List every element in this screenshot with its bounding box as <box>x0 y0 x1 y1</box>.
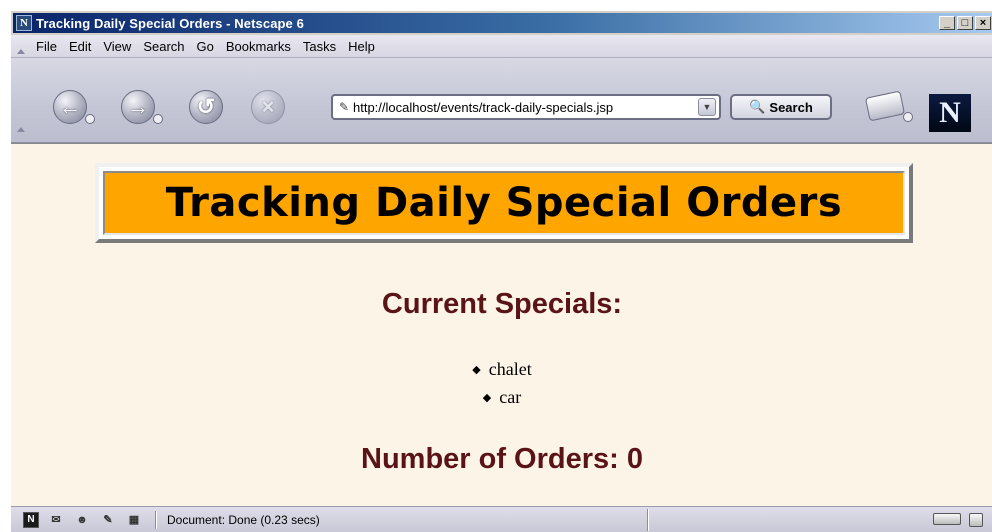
forward-history-dropdown[interactable] <box>153 114 163 124</box>
specials-heading: Current Specials: <box>381 288 623 320</box>
menubar-collapse-grip[interactable] <box>17 49 25 54</box>
mail-icon[interactable]: ✉ <box>47 512 65 528</box>
list-item: ◆ car <box>11 383 992 411</box>
window-title: Tracking Daily Special Orders - Netscape… <box>36 15 304 31</box>
print-dropdown[interactable] <box>903 112 913 122</box>
bullet-icon: ◆ <box>472 364 481 376</box>
menu-edit[interactable]: Edit <box>63 39 97 54</box>
online-status-icon[interactable] <box>933 513 961 525</box>
netscape-app-icon: N <box>16 15 32 31</box>
stop-icon[interactable]: × <box>251 90 285 124</box>
menu-search[interactable]: Search <box>137 39 190 54</box>
print-area <box>863 88 915 128</box>
address-book-icon[interactable]: ▦ <box>125 512 143 528</box>
page-banner: Tracking Daily Special Orders <box>95 163 913 243</box>
menu-bookmarks[interactable]: Bookmarks <box>220 39 297 54</box>
status-text: Document: Done (0.23 secs) <box>167 513 320 527</box>
navigation-toolbar: ← → ↺ × ✎ http://localhost/events/track-… <box>11 58 992 143</box>
security-lock-icon[interactable] <box>969 513 983 527</box>
special-item-text: chalet <box>488 359 532 379</box>
title-bar[interactable]: N Tracking Daily Special Orders - Netsca… <box>13 13 992 33</box>
netscape-logo-icon[interactable]: N <box>929 94 971 132</box>
menu-tasks[interactable]: Tasks <box>297 39 342 54</box>
composer-icon[interactable]: ✎ <box>99 512 117 528</box>
status-divider <box>647 509 649 531</box>
toolbar-collapse-grip[interactable] <box>17 127 25 132</box>
list-item: ◆ chalet <box>11 355 992 383</box>
menu-go[interactable]: Go <box>191 39 220 54</box>
url-field[interactable]: ✎ http://localhost/events/track-daily-sp… <box>331 94 721 120</box>
back-arrow-icon[interactable]: ← <box>53 90 87 124</box>
reload-icon[interactable]: ↺ <box>189 90 223 124</box>
bullet-icon: ◆ <box>482 392 492 404</box>
page-proxy-icon[interactable]: ✎ <box>337 100 351 114</box>
page-content: Tracking Daily Special Orders Current Sp… <box>11 143 992 506</box>
close-button[interactable]: × <box>975 16 991 30</box>
instant-messenger-icon[interactable]: ☻ <box>73 512 91 528</box>
url-text[interactable]: http://localhost/events/track-daily-spec… <box>353 100 698 115</box>
search-button-label: Search <box>769 99 813 115</box>
magnifier-icon: 🔍 <box>749 99 766 114</box>
forward-arrow-icon[interactable]: → <box>121 90 155 124</box>
special-item-text: car <box>499 387 522 407</box>
page-banner-title: Tracking Daily Special Orders <box>103 171 905 235</box>
orders-count-heading: Number of Orders: 0 <box>361 443 643 475</box>
menu-view[interactable]: View <box>97 39 137 54</box>
search-button[interactable]: 🔍 Search <box>730 94 832 120</box>
back-history-dropdown[interactable] <box>85 114 95 124</box>
specials-list: ◆ chalet ◆ car <box>11 355 992 411</box>
url-history-dropdown[interactable]: ▼ <box>698 98 716 116</box>
maximize-button[interactable]: □ <box>957 16 973 30</box>
printer-icon[interactable] <box>864 90 906 122</box>
status-divider <box>155 511 157 529</box>
status-bar: N ✉ ☻ ✎ ▦ Document: Done (0.23 secs) <box>11 506 992 532</box>
menu-help[interactable]: Help <box>342 39 381 54</box>
minimize-button[interactable]: _ <box>939 16 955 30</box>
menu-bar: File Edit View Search Go Bookmarks Tasks… <box>11 35 992 58</box>
browser-window: N Tracking Daily Special Orders - Netsca… <box>10 10 992 532</box>
navigator-icon[interactable]: N <box>23 512 39 528</box>
menu-file[interactable]: File <box>30 39 63 54</box>
